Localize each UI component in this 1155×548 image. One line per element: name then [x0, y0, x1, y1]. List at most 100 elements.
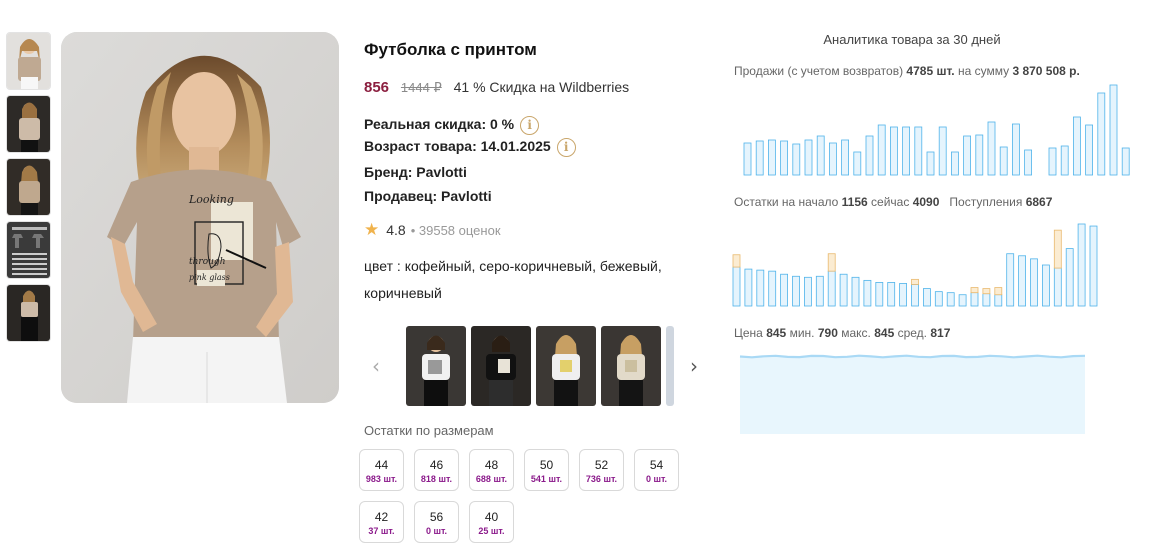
price-chart [739, 350, 1086, 436]
variant-thumb-5[interactable] [666, 326, 674, 406]
variant-thumb-2[interactable] [471, 326, 531, 406]
sales-bar [1060, 145, 1069, 176]
sizes-label: Остатки по размерам [364, 423, 494, 438]
supply-bar [732, 254, 741, 268]
stock-bar [1018, 255, 1027, 307]
stock-bar [911, 284, 919, 307]
stock-bar [1077, 223, 1086, 307]
thumbnail-5[interactable] [6, 284, 51, 342]
size-chip-52[interactable]: 52 736 шт. [579, 449, 624, 491]
stock-bar [982, 293, 991, 307]
sales-bar [975, 134, 984, 176]
svg-text:pink glass: pink glass [189, 273, 230, 282]
sales-bar [743, 142, 752, 176]
stock-bar [863, 279, 872, 307]
stock-bar [792, 275, 800, 307]
sales-bar [755, 140, 764, 176]
stock-bar [1065, 248, 1074, 307]
size-stock: 25 шт. [478, 526, 505, 536]
price-line [739, 354, 1086, 359]
size-chip-50[interactable]: 50 541 шт. [524, 449, 569, 491]
seller[interactable]: Продавец: Pavlotti [364, 188, 492, 204]
thumbnail-3[interactable] [6, 158, 51, 216]
size-stock: 541 шт. [530, 474, 563, 484]
sales-bar [938, 126, 947, 176]
real-discount: Реальная скидка: 0 % i [364, 116, 540, 135]
supply-bar [982, 288, 991, 295]
stock-bar [768, 270, 777, 307]
sales-bar [877, 124, 886, 176]
stock-bar [994, 294, 1003, 307]
size-value: 56 [429, 510, 444, 524]
price-area [740, 355, 1085, 434]
svg-text:Looking: Looking [188, 193, 234, 206]
size-chip-40[interactable]: 40 25 шт. [469, 501, 514, 543]
size-value: 40 [484, 510, 499, 524]
size-chip-56[interactable]: 56 0 шт. [414, 501, 459, 543]
price-chart-svg [739, 354, 1086, 434]
product-age-text: Возраст товара: 14.01.2025 [364, 138, 551, 155]
stock-bar [851, 276, 860, 307]
price-max: 845 [874, 326, 895, 340]
color-variants-carousel: ‹ › [364, 326, 709, 406]
rating: ★ 4.8 • 39558 оценок [364, 220, 501, 240]
sales-sum: 3 870 508 р. [1012, 64, 1080, 78]
sales-bar [1072, 116, 1081, 176]
stock-bar [958, 294, 967, 307]
size-chip-48[interactable]: 48 688 шт. [469, 449, 514, 491]
size-value: 46 [429, 458, 444, 472]
stock-bar [1053, 267, 1062, 307]
sales-bar [792, 143, 801, 176]
stock-bar [1041, 264, 1050, 307]
stock-bar [732, 266, 741, 307]
thumbnail-4-size-chart[interactable] [6, 221, 51, 279]
sales-bar [841, 139, 849, 176]
supply-bar [1053, 229, 1062, 269]
stock-bar [922, 288, 931, 307]
sales-bar [1085, 124, 1094, 176]
variant-thumb-1[interactable] [406, 326, 466, 406]
size-chip-44[interactable]: 44 983 шт. [359, 449, 404, 491]
sales-chart-svg [743, 84, 1130, 176]
sales-bar [829, 142, 837, 176]
chevron-right-icon[interactable]: › [690, 354, 698, 378]
supply-bar [827, 253, 836, 272]
stock-bar [934, 291, 943, 307]
size-stock: 818 шт. [420, 474, 453, 484]
sales-bar [816, 135, 825, 176]
main-product-photo[interactable]: Looking through pink glass [61, 32, 339, 403]
chevron-left-icon[interactable]: ‹ [372, 354, 380, 378]
price-summary: Цена 845 мин. 790 макс. 845 сред. 817 [734, 326, 950, 340]
sales-chart [732, 84, 1130, 178]
thumbnail-2[interactable] [6, 95, 51, 153]
size-chip-54[interactable]: 54 0 шт. [634, 449, 679, 491]
variant-thumb-4[interactable] [601, 326, 661, 406]
sales-summary: Продажи (с учетом возвратов) 4785 шт. на… [734, 64, 1080, 78]
analytics-title: Аналитика товара за 30 дней [823, 32, 1001, 47]
real-discount-text: Реальная скидка: 0 % [364, 116, 515, 133]
reviews-count[interactable]: • 39558 оценок [411, 223, 501, 238]
discount-text: 41 % Скидка на Wildberries [453, 79, 630, 95]
stock-bar [756, 269, 765, 307]
size-chip-46[interactable]: 46 818 шт. [414, 449, 459, 491]
supply-label: Поступления [949, 195, 1023, 209]
price-row: 856 1444 ₽ 41 % Скидка на Wildberries [364, 79, 629, 96]
supply-bar [970, 287, 979, 294]
size-stock: 736 шт. [585, 474, 618, 484]
thumbnail-1[interactable] [6, 32, 51, 90]
supply-bar [994, 287, 1003, 296]
svg-text:through: through [189, 257, 226, 267]
price-avg: 817 [930, 326, 951, 340]
sales-bar [1011, 123, 1020, 176]
rating-value: 4.8 [386, 222, 406, 238]
info-icon[interactable]: i [520, 116, 540, 135]
info-icon[interactable]: i [556, 138, 576, 157]
brand[interactable]: Бренд: Pavlotti [364, 164, 467, 180]
price-avg-label: сред. [897, 326, 928, 340]
variant-thumb-3[interactable] [536, 326, 596, 406]
size-chip-42[interactable]: 42 37 шт. [359, 501, 404, 543]
stock-bar [899, 283, 908, 307]
price-min-label: мин. [789, 326, 815, 340]
sales-bar [780, 140, 788, 176]
stock-bar [839, 273, 848, 307]
